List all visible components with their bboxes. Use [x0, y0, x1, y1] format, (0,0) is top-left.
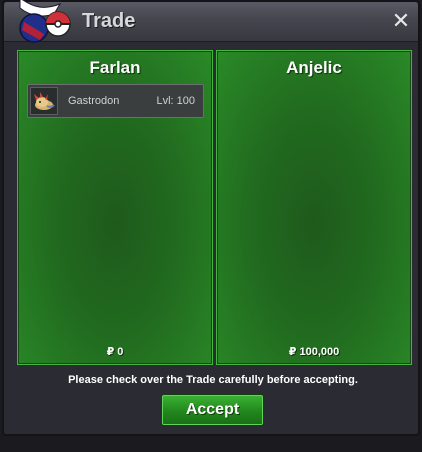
accept-button[interactable]: Accept: [162, 395, 263, 425]
trade-notice: Please check over the Trade carefully be…: [68, 374, 358, 386]
player-name: Farlan: [89, 58, 141, 77]
title-bar[interactable]: Trade ✕: [4, 0, 418, 43]
offered-money: ₽ 0: [106, 346, 124, 358]
pokemon-level: Lvl: 100: [156, 95, 195, 107]
partner-money: ₽ 100,000: [288, 346, 340, 358]
gastrodon-sprite-icon: [30, 87, 58, 115]
trade-panels: Farlan Gastrodon Lvl: 100 ₽ 0 Anjelic ₽ …: [14, 46, 414, 366]
window-title: Trade: [82, 10, 136, 32]
pokeball-logo-icon: [19, 0, 71, 43]
trade-window: Trade ✕ Farlan Gastrodon Lvl: 100 ₽ 0 An…: [2, 0, 420, 436]
partner-name: Anjelic: [286, 58, 342, 77]
close-icon: ✕: [391, 8, 411, 33]
own-offer-panel: Farlan Gastrodon Lvl: 100 ₽ 0: [17, 50, 213, 365]
offered-pokemon-row[interactable]: Gastrodon Lvl: 100: [27, 84, 204, 118]
partner-offer-panel: Anjelic ₽ 100,000: [216, 50, 412, 365]
pokemon-name: Gastrodon: [68, 95, 120, 107]
close-button[interactable]: ✕: [390, 10, 412, 32]
